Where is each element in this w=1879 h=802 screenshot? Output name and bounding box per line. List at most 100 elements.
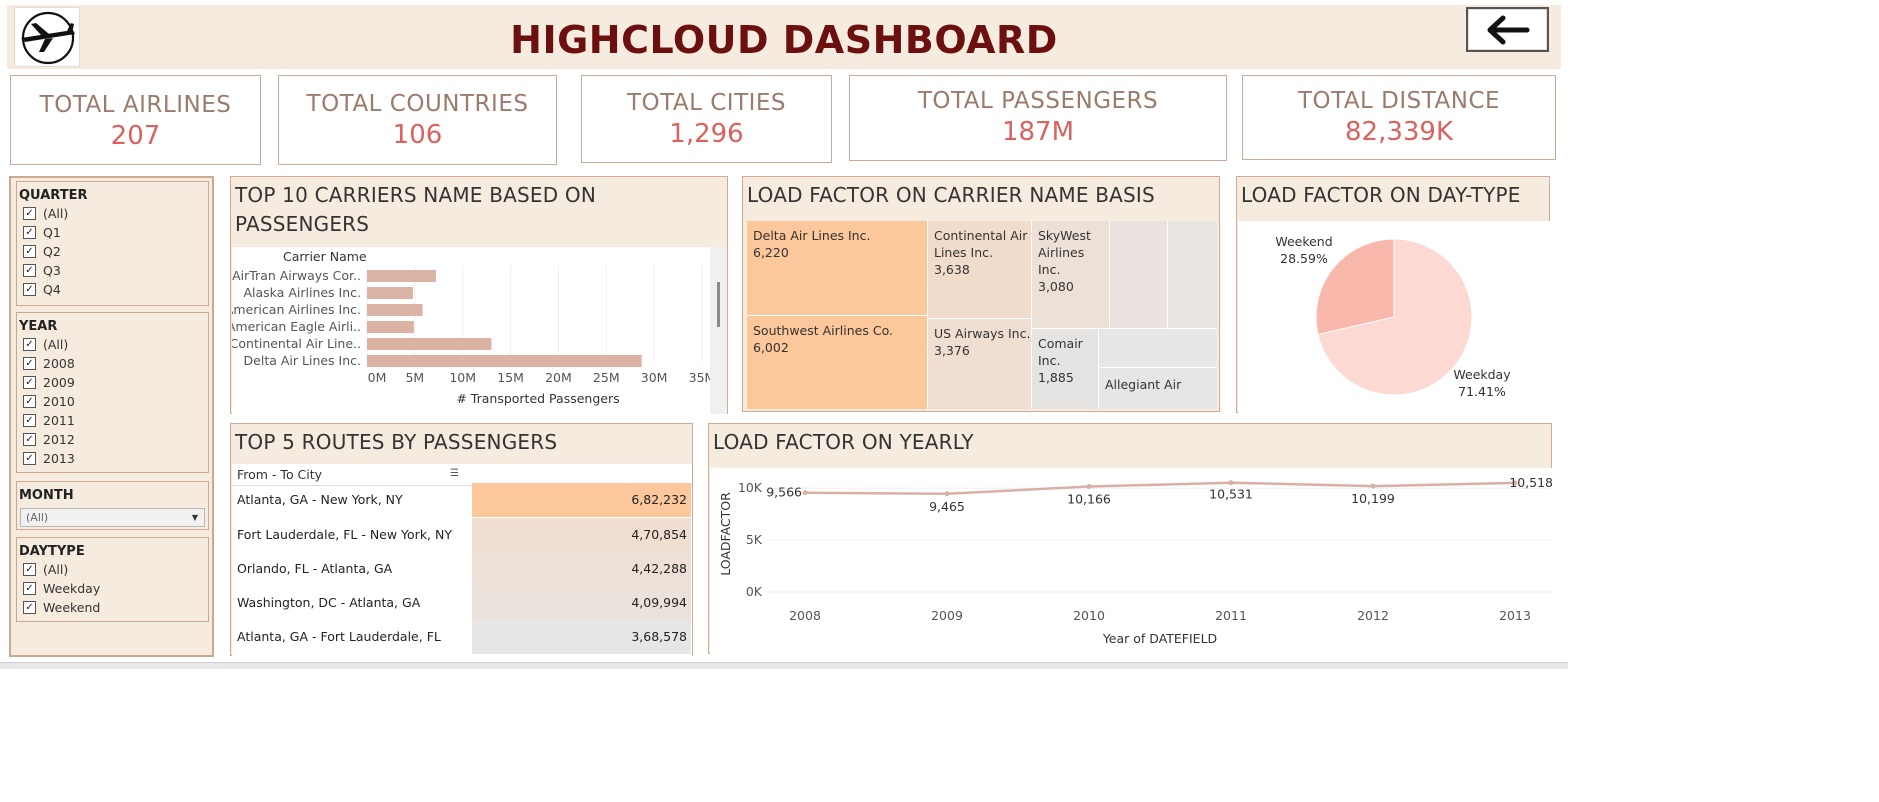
filter-option-checkbox[interactable]: ✓ 2012: [17, 430, 208, 449]
kpi-value: 1,296: [669, 119, 744, 149]
cell-value: 3,638: [934, 262, 970, 277]
filter-option-checkbox[interactable]: ✓ Q2: [17, 242, 208, 261]
treemap-cell[interactable]: Comair Inc. 1,885: [1032, 329, 1098, 409]
filter-option-checkbox[interactable]: ✓ (All): [17, 204, 208, 223]
x-tick-label: 2012: [1357, 608, 1389, 623]
data-point[interactable]: [1370, 483, 1376, 489]
treemap-cell[interactable]: Continental Air Lines Inc. 3,638: [928, 221, 1031, 318]
y-tick-label: 10K: [738, 480, 763, 495]
filter-option-checkbox[interactable]: ✓ 2013: [17, 449, 208, 468]
cell-value: 1,885: [1038, 370, 1074, 385]
carrier-label: American Airlines Inc.: [232, 302, 361, 317]
cell-name: Delta Air Lines Inc.: [753, 228, 871, 243]
filter-option-checkbox[interactable]: ✓ Q4: [17, 280, 208, 299]
table-row[interactable]: Atlanta, GA - Fort Lauderdale, FL 3,68,57…: [232, 620, 691, 654]
cell-name: Continental Air Lines Inc.: [934, 228, 1028, 260]
panel-title: TOP 10 CARRIERS NAME BASED ON PASSENGERS: [235, 181, 596, 239]
option-label: 2011: [43, 413, 75, 428]
treemap-cell[interactable]: [1168, 221, 1217, 328]
filter-option-checkbox[interactable]: ✓ Weekday: [17, 579, 208, 598]
back-button[interactable]: [1466, 7, 1549, 52]
month-dropdown[interactable]: (All) ▼: [20, 508, 205, 527]
cell-name: SkyWest Airlines Inc.: [1038, 228, 1091, 277]
checkbox-checked-icon: ✓: [23, 563, 36, 576]
chevron-down-icon: ▼: [191, 513, 198, 522]
x-tick-label: 25M: [593, 370, 620, 385]
dashboard-title: HIGHCLOUD DASHBOARD: [510, 18, 1058, 62]
panel-title: LOAD FACTOR ON YEARLY: [713, 430, 974, 454]
checkbox-checked-icon: ✓: [23, 395, 36, 408]
route-name: Fort Lauderdale, FL - New York, NY: [237, 527, 452, 542]
checkbox-checked-icon: ✓: [23, 283, 36, 296]
cell-name: Comair Inc.: [1038, 336, 1083, 368]
filter-option-checkbox[interactable]: ✓ Weekend: [17, 598, 208, 617]
filter-option-checkbox[interactable]: ✓ Q1: [17, 223, 208, 242]
treemap-cell[interactable]: [1099, 329, 1217, 367]
treemap-cell[interactable]: Allegiant Air: [1099, 368, 1217, 409]
carriers-bar-chart: Carrier Name # Transported Passengers 0M…: [232, 249, 710, 406]
value-cell: 4,09,994: [472, 586, 691, 620]
pie-label-weekend: Weekend: [1275, 234, 1332, 249]
carrier-bar[interactable]: [367, 338, 492, 350]
kpi-value: 207: [110, 121, 161, 151]
value-cell: 3,68,578: [472, 620, 691, 654]
option-label: Q2: [43, 244, 61, 259]
data-label: 10,531: [1209, 487, 1253, 502]
filter-option-checkbox[interactable]: ✓ Q3: [17, 261, 208, 280]
data-point[interactable]: [802, 490, 808, 496]
table-row[interactable]: Atlanta, GA - New York, NY 6,82,232: [232, 483, 691, 517]
sort-icon[interactable]: ☰: [450, 468, 459, 479]
carrier-bar[interactable]: [367, 304, 423, 316]
table-row[interactable]: Fort Lauderdale, FL - New York, NY 4,70,8…: [232, 518, 691, 552]
filter-option-checkbox[interactable]: ✓ 2008: [17, 354, 208, 373]
table-row[interactable]: Orlando, FL - Atlanta, GA 4,42,288: [232, 552, 691, 586]
x-tick-label: 2011: [1215, 608, 1247, 623]
data-label: 9,566: [766, 485, 802, 500]
filter-option-checkbox[interactable]: ✓ 2011: [17, 411, 208, 430]
carrier-bar[interactable]: [367, 270, 436, 282]
carrier-bar[interactable]: [367, 321, 414, 333]
treemap: Delta Air Lines Inc. 6,220 Southwest Airl…: [747, 221, 1217, 409]
filter-option-checkbox[interactable]: ✓ (All): [17, 560, 208, 579]
x-axis-label: # Transported Passengers: [456, 391, 619, 406]
kpi-card-total-distance: TOTAL DISTANCE 82,339K: [1242, 75, 1556, 160]
vertical-scrollbar[interactable]: [710, 247, 727, 414]
treemap-cell[interactable]: Delta Air Lines Inc. 6,220: [747, 221, 927, 315]
kpi-card-total-countries: TOTAL COUNTRIES 106: [278, 75, 557, 165]
x-tick-label: 2008: [789, 608, 821, 623]
cell-value: 3,080: [1038, 279, 1074, 294]
panel-title-line: PASSENGERS: [235, 212, 370, 236]
carrier-bar[interactable]: [367, 287, 413, 299]
treemap-cell[interactable]: SkyWest Airlines Inc. 3,080: [1032, 221, 1109, 328]
x-tick-label: 30M: [641, 370, 668, 385]
filter-option-checkbox[interactable]: ✓ 2009: [17, 373, 208, 392]
kpi-label: TOTAL CITIES: [626, 90, 787, 116]
data-point[interactable]: [1086, 484, 1092, 490]
checkbox-checked-icon: ✓: [23, 433, 36, 446]
scrollbar-thumb[interactable]: [717, 282, 720, 327]
option-label: Q4: [43, 282, 61, 297]
dropdown-value: (All): [26, 511, 49, 524]
checkbox-checked-icon: ✓: [23, 601, 36, 614]
table-row[interactable]: Washington, DC - Atlanta, GA 4,09,994: [232, 586, 691, 620]
option-label: Weekend: [43, 600, 101, 615]
panel-title: TOP 5 ROUTES BY PASSENGERS: [235, 430, 558, 454]
carrier-label: Continental Air Line..: [232, 336, 361, 351]
option-label: Weekday: [43, 581, 101, 596]
carrier-bar[interactable]: [367, 355, 642, 367]
filter-option-checkbox[interactable]: ✓ (All): [17, 335, 208, 354]
route-name: Atlanta, GA - New York, NY: [237, 492, 403, 507]
carrier-label: AirTran Airways Cor..: [232, 268, 361, 283]
treemap-cell[interactable]: US Airways Inc. 3,376: [928, 319, 1031, 409]
data-point[interactable]: [944, 491, 950, 497]
treemap-cell[interactable]: [1110, 221, 1167, 328]
route-value: 4,70,854: [631, 527, 687, 542]
sheet-tab-strip[interactable]: [0, 662, 1568, 669]
cell-value: 6,220: [753, 245, 789, 260]
data-point[interactable]: [1228, 480, 1234, 486]
value-cell: 6,82,232: [472, 483, 691, 517]
checkbox-checked-icon: ✓: [23, 226, 36, 239]
treemap-cell[interactable]: Southwest Airlines Co. 6,002: [747, 316, 927, 409]
filter-option-checkbox[interactable]: ✓ 2010: [17, 392, 208, 411]
daytype-pie-chart: Weekend 28.59% Weekday 71.41%: [1275, 234, 1511, 399]
